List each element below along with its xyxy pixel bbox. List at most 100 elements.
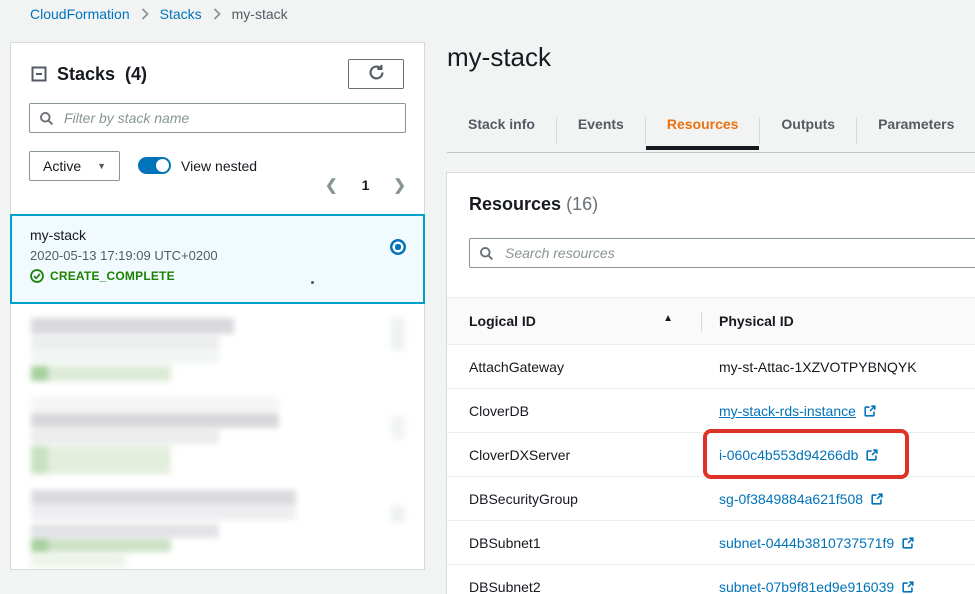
physical-id-link[interactable]: subnet-07b9f81ed9e916039 [719,579,915,594]
breadcrumb-chevron-icon [213,8,221,20]
refresh-button[interactable] [348,59,404,89]
logical-id-cell: DBSecurityGroup [447,477,701,521]
search-icon [39,111,54,126]
toggle-knob [156,159,169,172]
table-row: CloverDXServer i-060c4b553d94266db [447,433,975,477]
redacted-bar [391,318,405,350]
column-header-physical-id[interactable]: Physical ID [701,298,975,345]
tab-events[interactable]: Events [557,112,645,150]
prev-page-button[interactable]: ❮ [325,178,338,193]
redacted-bar [31,430,219,444]
table-row: DBSubnet1 subnet-0444b3810737571f9 [447,521,975,565]
redacted-bar [31,351,219,364]
physical-id-link[interactable]: i-060c4b553d94266db [719,447,879,463]
breadcrumb-link-stacks[interactable]: Stacks [160,6,202,22]
resources-table: Logical ID ▲ Physical ID AttachGateway my… [447,297,975,594]
sort-ascending-icon[interactable]: ▲ [663,313,673,324]
redacted-bar [31,446,171,474]
breadcrumb-link-cloudformation[interactable]: CloudFormation [30,6,130,22]
resources-count: (16) [566,194,598,214]
tab-outputs[interactable]: Outputs [760,112,856,150]
resources-title: Resources [469,194,561,214]
external-link-icon [901,536,915,550]
redacted-bar [31,366,48,381]
stack-filter-input[interactable] [62,109,396,127]
redacted-bar [31,366,171,381]
table-row: AttachGateway my-st-Attac-1XZVOTPYBNQYK [447,345,975,389]
physical-id-link[interactable]: sg-0f3849884a621f508 [719,491,884,507]
redacted-bar [31,413,279,428]
table-row: DBSecurityGroup sg-0f3849884a621f508 [447,477,975,521]
external-link-icon [863,404,877,418]
column-header-logical-id[interactable]: Logical ID ▲ [447,298,701,345]
logical-id-cell: AttachGateway [447,345,701,389]
search-icon [479,246,494,261]
redacted-stack-item[interactable] [11,316,424,396]
check-circle-icon [30,269,44,283]
resources-panel: Resources(16) Logical ID ▲ Physical ID [446,172,975,594]
redacted-bar [31,446,48,474]
chevron-down-icon: ▼ [97,161,106,171]
redacted-bar [391,416,405,439]
logical-id-cell: DBSubnet2 [447,565,701,594]
logical-id-cell: CloverDB [447,389,701,433]
breadcrumb-current: my-stack [232,6,288,22]
tabs-divider-line [447,152,975,153]
resources-search-field [469,238,975,268]
logical-id-cell: CloverDXServer [447,433,701,477]
tab-stack-info[interactable]: Stack info [447,112,556,150]
redacted-bar [31,524,219,538]
column-header-label: Logical ID [469,313,536,329]
stacks-panel: Stacks (4) Active ▼ View nested [10,42,425,570]
redacted-bar [31,554,126,567]
next-page-button[interactable]: ❯ [393,178,406,193]
physical-id-text: my-st-Attac-1XZVOTPYBNQYK [719,359,917,375]
physical-id-cell: my-stack-rds-instance [701,389,975,433]
refresh-icon [368,64,385,84]
pagination: ❮ 1 ❯ [325,177,406,193]
view-nested-toggle[interactable] [138,157,171,174]
tab-resources[interactable]: Resources [646,112,760,150]
breadcrumb-chevron-icon [141,8,149,20]
stack-list-redacted [11,304,424,569]
redacted-bar [31,318,234,334]
stack-radio-selected[interactable] [390,239,406,255]
logical-id-cell: DBSubnet1 [447,521,701,565]
stack-status: CREATE_COMPLETE [30,269,405,283]
collapse-panel-icon[interactable] [31,66,47,82]
redacted-stack-item[interactable] [11,488,424,569]
cloudformation-console: CloudFormation Stacks my-stack Stacks (4… [0,0,975,594]
redacted-bar [31,539,48,552]
redacted-bar [391,506,405,522]
redacted-bar [31,506,296,520]
physical-id-cell: sg-0f3849884a621f508 [701,477,975,521]
table-row: DBSubnet2 subnet-07b9f81ed9e916039 [447,565,975,594]
redacted-stack-item[interactable] [11,396,424,486]
stack-status-dropdown[interactable]: Active ▼ [29,151,120,181]
stacks-count: (4) [125,64,147,85]
column-header-label: Physical ID [719,313,794,329]
external-link-icon [901,580,915,594]
resources-search-input[interactable] [503,244,975,262]
column-divider [701,312,702,332]
tab-parameters[interactable]: Parameters [857,112,975,150]
current-page[interactable]: 1 [362,177,370,193]
physical-id-link[interactable]: my-stack-rds-instance [719,403,877,419]
redacted-bar [31,539,171,552]
redacted-bar [31,336,219,350]
stacks-panel-title: Stacks (4) [31,64,147,85]
table-header-row: Logical ID ▲ Physical ID [447,298,975,345]
physical-id-link[interactable]: subnet-0444b3810737571f9 [719,535,915,551]
stack-name: my-stack [30,227,405,243]
tabs: Stack infoEventsResourcesOutputsParamete… [447,112,975,150]
external-link-icon [865,448,879,462]
stacks-panel-header: Stacks (4) [11,43,424,89]
stack-status-dropdown-value: Active [43,158,81,174]
stack-filter-field [29,103,406,133]
table-row: CloverDB my-stack-rds-instance [447,389,975,433]
redacted-bar [31,397,279,412]
stack-created-timestamp: 2020-05-13 17:19:09 UTC+0200 [30,248,405,263]
page-title: my-stack [447,42,551,73]
stack-list-item-selected[interactable]: my-stack 2020-05-13 17:19:09 UTC+0200 CR… [10,214,425,304]
view-nested-label: View nested [181,158,257,174]
